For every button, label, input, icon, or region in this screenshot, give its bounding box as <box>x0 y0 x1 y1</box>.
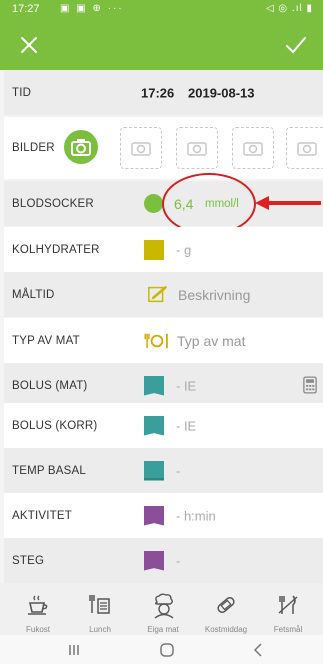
chef-icon <box>154 593 174 619</box>
system-icons: ◁ ◎ .ıl ▮ <box>265 3 313 14</box>
row-blodsocker[interactable]: BLODSOCKER 6,4 mmol/l <box>4 173 323 235</box>
tid-time[interactable]: 17:26 <box>141 85 174 100</box>
row-bolus-mat[interactable]: BOLUS (MAT) - IE <box>4 363 323 408</box>
steg-value[interactable]: - <box>176 553 180 568</box>
steg-label: STEG <box>12 554 45 567</box>
tid-label: TID <box>12 86 32 99</box>
annotation-arrow-icon <box>255 196 321 210</box>
cutlery-plate-icon <box>144 333 168 349</box>
confirm-check-icon[interactable] <box>283 32 309 58</box>
aktivitet-value[interactable]: - h:min <box>176 508 216 523</box>
temp-basal-label: TEMP BASAL <box>12 464 87 477</box>
row-bilder: BILDER <box>4 117 323 179</box>
app-bar <box>0 20 323 70</box>
kolhydrater-color-icon <box>144 239 164 260</box>
status-bar: 17:27 ▣ ▣ ⊕ ··· ◁ ◎ .ıl ▮ <box>0 0 323 20</box>
bolus-korr-label: BOLUS (KORR) <box>12 419 98 432</box>
camera-icon <box>297 142 317 156</box>
photo-slot-2[interactable] <box>176 127 218 169</box>
quick-own-meal-label: Eiga mat <box>147 625 179 634</box>
kolhydrater-value[interactable]: - g <box>176 242 191 257</box>
camera-icon <box>131 142 151 156</box>
camera-icon <box>187 142 207 156</box>
quick-lunch-button[interactable]: Lunch <box>70 589 130 635</box>
lunch-icon <box>89 595 110 614</box>
close-icon[interactable] <box>16 32 42 58</box>
bolus-mat-color-icon <box>144 375 164 396</box>
aktivitet-label: AKTIVITET <box>12 509 72 522</box>
row-tid[interactable]: TID 17:26 2019-08-13 <box>4 70 323 115</box>
quick-lunch-label: Lunch <box>89 625 111 634</box>
typ-av-mat-label: TYP AV MAT <box>12 334 80 347</box>
row-bolus-korr[interactable]: BOLUS (KORR) - IE <box>4 403 323 448</box>
notification-icons: ▣ ▣ ⊕ ··· <box>60 3 124 14</box>
quick-meal-bar: Fukost Lunch Eiga mat Kostmiddag Fetsmål <box>0 583 323 635</box>
row-steg[interactable]: STEG - <box>4 538 323 583</box>
back-icon[interactable] <box>250 642 266 658</box>
temp-basal-value[interactable]: - <box>176 463 180 478</box>
blodsocker-dot-icon <box>144 194 163 213</box>
row-aktivitet[interactable]: AKTIVITET - h:min <box>4 493 323 538</box>
photo-slot-3[interactable] <box>232 127 274 169</box>
calculator-icon[interactable] <box>303 376 317 394</box>
maltid-input[interactable]: Beskrivning <box>178 287 250 303</box>
crossed-cutlery-icon <box>278 595 298 614</box>
annotation-circle <box>162 173 256 235</box>
blodsocker-label: BLODSOCKER <box>12 197 94 210</box>
home-icon[interactable] <box>159 642 175 658</box>
coffee-cup-icon <box>28 595 48 615</box>
bolus-korr-color-icon <box>144 415 164 436</box>
quick-own-meal-button[interactable]: Eiga mat <box>133 589 193 635</box>
bandage-icon <box>217 597 235 613</box>
row-temp-basal[interactable]: TEMP BASAL - <box>4 448 323 493</box>
typ-av-mat-input[interactable]: Typ av mat <box>177 333 245 349</box>
maltid-label: MÅLTID <box>12 288 55 301</box>
row-typ-av-mat[interactable]: TYP AV MAT Typ av mat <box>4 318 323 363</box>
tid-date[interactable]: 2019-08-13 <box>188 85 255 100</box>
quick-fasting-label: Fetsmål <box>273 625 303 634</box>
camera-icon <box>243 142 263 156</box>
photo-slot-4[interactable] <box>286 127 323 169</box>
quick-breakfast-button[interactable]: Fukost <box>8 589 68 635</box>
status-time: 17:27 <box>12 3 40 15</box>
bolus-mat-value[interactable]: - IE <box>176 378 196 393</box>
quick-fasting-button[interactable]: Fetsmål <box>258 589 318 635</box>
bolus-korr-value[interactable]: - IE <box>176 418 196 433</box>
kolhydrater-label: KOLHYDRATER <box>12 243 100 256</box>
quick-breakfast-label: Fukost <box>25 625 50 634</box>
aktivitet-color-icon <box>144 505 164 526</box>
camera-icon <box>71 139 91 156</box>
edit-note-icon <box>148 285 168 303</box>
quick-dinner-button[interactable]: Kostmiddag <box>196 589 256 635</box>
steg-color-icon <box>144 550 164 571</box>
row-kolhydrater[interactable]: KOLHYDRATER - g <box>4 227 323 272</box>
temp-basal-color-icon <box>144 460 164 481</box>
recents-icon[interactable] <box>66 642 82 658</box>
photo-slot-1[interactable] <box>120 127 162 169</box>
bilder-label: BILDER <box>12 142 55 154</box>
row-maltid[interactable]: MÅLTID Beskrivning <box>4 272 323 317</box>
bolus-mat-label: BOLUS (MAT) <box>12 379 88 392</box>
quick-dinner-label: Kostmiddag <box>204 625 248 634</box>
add-photo-button[interactable] <box>64 130 98 164</box>
system-nav-bar <box>0 635 323 664</box>
